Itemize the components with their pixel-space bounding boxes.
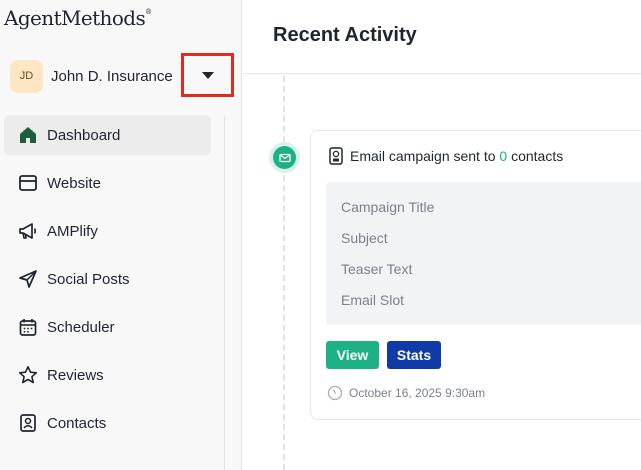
- view-button[interactable]: View: [326, 341, 379, 369]
- detail-teaser-text: Teaser Text: [341, 261, 413, 277]
- sidebar-item-label: Social Posts: [47, 270, 130, 288]
- main-content: Recent Activity Email campaign sent to 0…: [243, 0, 641, 470]
- sidebar-item-label: Contacts: [47, 414, 107, 432]
- sidebar-item-dashboard[interactable]: Dashboard: [4, 115, 211, 155]
- registered-mark: ®: [145, 8, 152, 16]
- home-icon: [17, 124, 39, 146]
- sidebar-divider: [224, 116, 225, 470]
- star-icon: [17, 364, 39, 386]
- megaphone-icon: [17, 220, 39, 242]
- sidebar-item-social-posts[interactable]: Social Posts: [4, 259, 211, 299]
- sidebar-item-website[interactable]: Website: [4, 163, 211, 203]
- page-title: Recent Activity: [273, 24, 417, 46]
- headline-prefix: Email campaign sent to: [350, 148, 500, 164]
- activity-headline: Email campaign sent to 0 contacts: [327, 147, 563, 165]
- contact-count: 0: [499, 148, 508, 164]
- timeline-line: [283, 76, 285, 470]
- avatar: JD: [10, 59, 43, 93]
- campaign-badge-icon: [327, 147, 345, 165]
- contact-card-icon: [17, 412, 39, 434]
- mail-icon: [273, 146, 296, 169]
- activity-timestamp: October 16, 2025 9:30am: [327, 385, 485, 401]
- account-dropdown-button[interactable]: [181, 53, 234, 97]
- detail-email-slot: Email Slot: [341, 292, 405, 308]
- sidebar-item-label: Dashboard: [47, 126, 121, 144]
- account-name: John D. Insurance: [51, 67, 173, 85]
- browser-window-icon: [17, 172, 39, 194]
- detail-subject: Subject: [341, 230, 388, 246]
- sidebar-item-reviews[interactable]: Reviews: [4, 355, 211, 395]
- sidebar-item-scheduler[interactable]: Scheduler: [4, 307, 211, 347]
- campaign-details: Campaign Title Subject Teaser Text Email…: [326, 182, 641, 325]
- sidebar-item-label: Scheduler: [47, 318, 115, 336]
- calendar-icon: [17, 316, 39, 338]
- sidebar-nav: Dashboard Website AMPlify Social Posts S…: [4, 115, 211, 451]
- stats-button[interactable]: Stats: [387, 341, 441, 369]
- clock-icon: [327, 385, 343, 401]
- sidebar-item-amplify[interactable]: AMPlify: [4, 211, 211, 251]
- sidebar: AgentMethods® JD John D. Insurance Dashb…: [0, 0, 242, 470]
- headline-suffix: contacts: [507, 148, 564, 164]
- activity-card: Email campaign sent to 0 contacts Campai…: [310, 130, 641, 420]
- detail-campaign-title: Campaign Title: [341, 199, 435, 215]
- sidebar-item-label: AMPlify: [47, 222, 98, 240]
- caret-down-icon: [201, 71, 214, 79]
- send-icon: [17, 268, 39, 290]
- timestamp-text: October 16, 2025 9:30am: [349, 386, 486, 400]
- page-header: Recent Activity: [243, 0, 641, 74]
- logo-text: AgentMethods: [4, 6, 146, 30]
- sidebar-item-label: Website: [47, 174, 101, 192]
- sidebar-item-label: Reviews: [47, 366, 104, 384]
- sidebar-item-contacts[interactable]: Contacts: [4, 403, 211, 443]
- brand-logo[interactable]: AgentMethods®: [4, 6, 152, 30]
